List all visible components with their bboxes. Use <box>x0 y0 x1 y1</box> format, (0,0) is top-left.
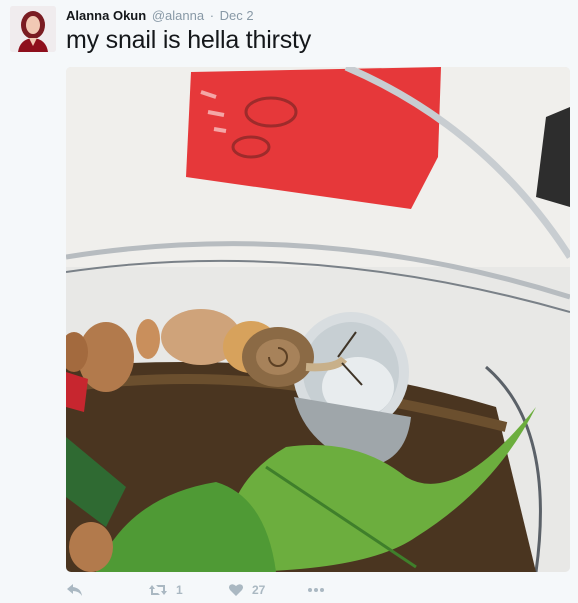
like-count: 27 <box>252 583 266 597</box>
more-icon <box>306 582 326 598</box>
like-button[interactable]: 27 <box>228 580 265 600</box>
tweet-header: Alanna Okun @alanna · Dec 2 <box>66 7 254 25</box>
separator-dot: · <box>209 8 215 23</box>
display-name[interactable]: Alanna Okun <box>66 8 146 23</box>
tweet-actions: 1 27 <box>66 580 466 600</box>
avatar[interactable] <box>10 6 56 52</box>
retweet-count: 1 <box>176 583 183 597</box>
more-button[interactable] <box>306 580 326 600</box>
tweet-date[interactable]: Dec 2 <box>220 8 254 23</box>
reply-icon <box>66 582 84 598</box>
tweet-text: my snail is hella thirsty <box>66 26 312 54</box>
tweet: Alanna Okun @alanna · Dec 2 my snail is … <box>0 0 578 603</box>
retweet-button[interactable]: 1 <box>148 580 183 600</box>
retweet-icon <box>148 582 168 598</box>
reply-button[interactable] <box>66 580 84 600</box>
heart-icon <box>228 582 244 598</box>
user-handle[interactable]: @alanna <box>152 8 204 23</box>
tweet-photo[interactable] <box>66 67 570 572</box>
